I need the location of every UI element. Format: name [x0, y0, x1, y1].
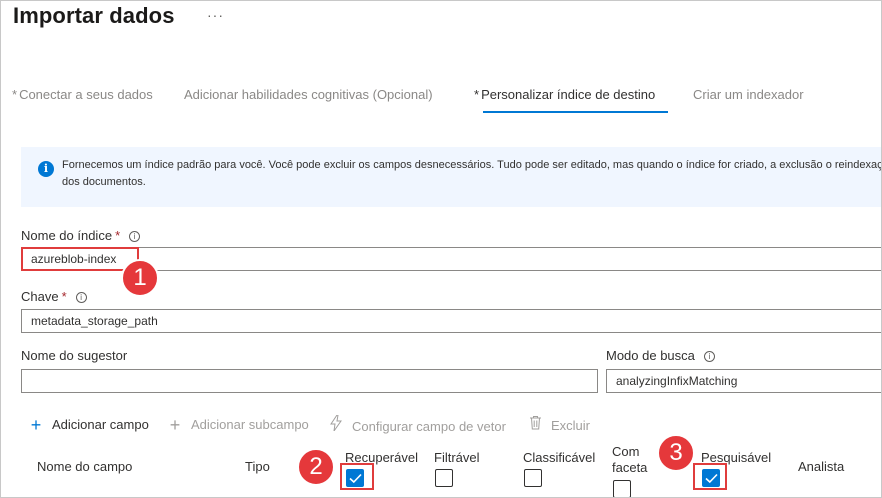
step-customize-target-index[interactable]: * Personalizar índice de destino	[474, 87, 655, 102]
search-mode-label: Modo de busca i	[606, 348, 715, 363]
annotation-highlight-searchable	[693, 463, 727, 490]
index-name-label-text: Nome do índice	[21, 228, 113, 243]
key-input[interactable]: metadata_storage_path	[21, 309, 881, 333]
add-icon: +	[169, 415, 181, 435]
column-header-field-name[interactable]: Nome do campo	[37, 459, 132, 474]
suggester-name-input[interactable]	[21, 369, 598, 393]
trash-icon	[527, 415, 543, 433]
annotation-highlight-index-name	[21, 247, 139, 271]
step-create-indexer[interactable]: Criar um indexador	[693, 87, 804, 102]
search-mode-label-text: Modo de busca	[606, 348, 695, 363]
filterable-all-checkbox[interactable]	[435, 469, 453, 487]
facetable-all-checkbox[interactable]	[613, 480, 631, 497]
required-marker: *	[61, 289, 67, 304]
info-banner-text: Fornecemos um índice padrão para você. V…	[62, 159, 882, 188]
import-data-panel: Importar dados ··· * Conectar a seus dado…	[0, 0, 882, 498]
step-label: Personalizar índice de destino	[481, 87, 656, 102]
annotation-badge-2: 2	[297, 448, 335, 486]
annotation-highlight-retrievable	[340, 463, 374, 490]
column-header-facetable[interactable]: Com faceta	[612, 444, 647, 476]
annotation-badge-1: 1	[121, 259, 159, 297]
key-label-text: Chave	[21, 289, 59, 304]
facetable-line1: Com	[612, 444, 640, 459]
key-label: Chave * i	[21, 289, 87, 304]
info-banner: i Fornecemos um índice padrão para você.…	[21, 147, 882, 207]
column-header-type[interactable]: Tipo	[245, 459, 270, 474]
info-circle-icon[interactable]: i	[129, 231, 141, 242]
column-header-filterable[interactable]: Filtrável	[434, 450, 480, 465]
suggester-name-label: Nome do sugestor	[21, 348, 128, 363]
more-options-icon[interactable]: ···	[207, 7, 224, 23]
delete-button[interactable]: Excluir	[527, 415, 590, 433]
add-subfield-label: Adicionar subcampo	[191, 417, 309, 432]
wizard-steps: * Conectar a seus dados Adicionar habilid…	[1, 87, 881, 117]
add-field-label: Adicionar campo	[52, 417, 149, 432]
step-label: Adicionar habilidades cognitivas (Opcion…	[184, 87, 433, 102]
search-mode-select[interactable]: analyzingInfixMatching	[606, 369, 881, 393]
add-icon: +	[30, 415, 42, 435]
page-title: Importar dados	[13, 3, 175, 28]
facetable-line2: faceta	[612, 460, 648, 475]
sortable-all-checkbox[interactable]	[524, 469, 542, 487]
column-header-analyzer[interactable]: Analista	[798, 459, 844, 474]
active-step-indicator	[483, 111, 668, 113]
add-subfield-button[interactable]: + Adicionar subcampo	[167, 415, 309, 436]
lightning-icon	[328, 414, 344, 434]
configure-vector-field-button[interactable]: Configurar campo de vetor	[328, 414, 506, 434]
info-circle-icon[interactable]: i	[75, 292, 87, 303]
column-header-sortable[interactable]: Classificável	[523, 450, 595, 465]
required-marker: *	[474, 87, 480, 102]
configure-vector-label: Configurar campo de vetor	[352, 419, 506, 434]
annotation-badge-3: 3	[657, 434, 695, 472]
step-connect-data[interactable]: * Conectar a seus dados	[12, 87, 153, 102]
delete-label: Excluir	[551, 418, 591, 433]
info-circle-icon[interactable]: i	[703, 351, 715, 362]
required-marker: *	[12, 87, 18, 102]
info-icon: i	[38, 161, 54, 177]
step-add-cognitive-skills[interactable]: Adicionar habilidades cognitivas (Opcion…	[184, 87, 433, 102]
step-label: Criar um indexador	[693, 87, 804, 102]
add-field-button[interactable]: + Adicionar campo	[28, 415, 149, 436]
step-label: Conectar a seus dados	[19, 87, 153, 102]
index-name-label: Nome do índice * i	[21, 228, 141, 243]
required-marker: *	[115, 228, 121, 243]
